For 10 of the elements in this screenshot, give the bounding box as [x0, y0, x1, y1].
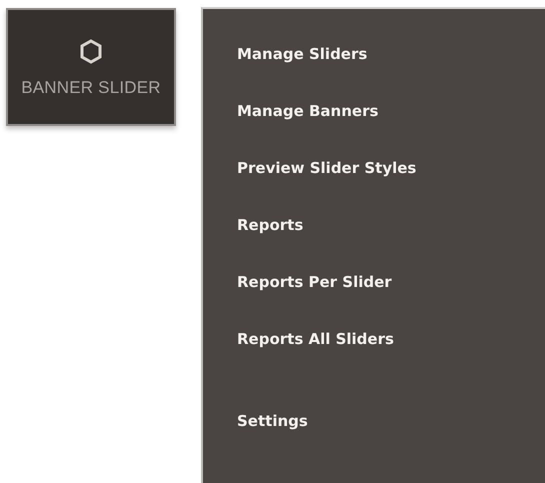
- menu-item[interactable]: Reports: [237, 213, 304, 237]
- menu-item[interactable]: Reports Per Slider: [237, 270, 392, 294]
- menu-item[interactable]: Reports All Sliders: [237, 327, 394, 351]
- hexagon-icon: [80, 39, 102, 64]
- menu-item[interactable]: Settings: [237, 409, 308, 433]
- tile-label: BANNER SLIDER: [21, 78, 161, 98]
- menu-item[interactable]: Manage Banners: [237, 99, 378, 123]
- menu-tile[interactable]: BANNER SLIDER: [6, 8, 176, 126]
- menu-item[interactable]: Manage Sliders: [237, 42, 368, 66]
- menu-item[interactable]: Preview Slider Styles: [237, 156, 416, 180]
